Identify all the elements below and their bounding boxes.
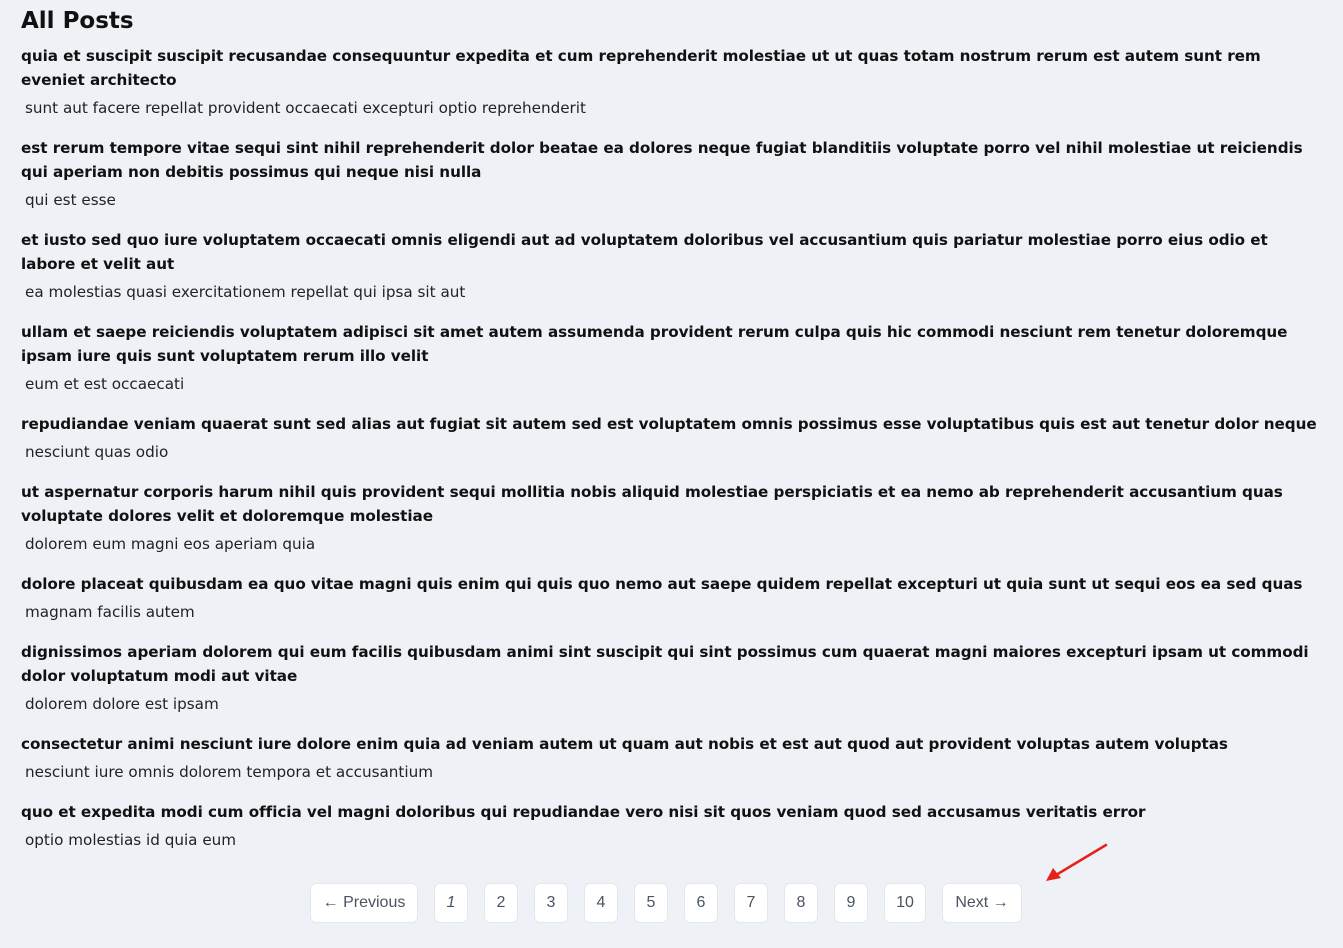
post-body: sunt aut facere repellat provident occae… bbox=[25, 99, 586, 117]
post-item: quia et suscipit suscipit recusandae con… bbox=[21, 44, 1323, 120]
page-5-button[interactable]: 5 bbox=[634, 883, 668, 923]
page-1-button[interactable]: 1 bbox=[434, 883, 468, 923]
post-title: repudiandae veniam quaerat sunt sed alia… bbox=[21, 415, 1317, 433]
post-item: dolore placeat quibusdam ea quo vitae ma… bbox=[21, 572, 1323, 624]
pagination: ← Previous 1 2 3 4 5 6 7 8 9 10 Next → bbox=[310, 883, 1022, 923]
post-body: qui est esse bbox=[25, 191, 116, 209]
page-3-button[interactable]: 3 bbox=[534, 883, 568, 923]
page-7-button[interactable]: 7 bbox=[734, 883, 768, 923]
post-title: et iusto sed quo iure voluptatem occaeca… bbox=[21, 231, 1268, 273]
page-2-button[interactable]: 2 bbox=[484, 883, 518, 923]
post-body: eum et est occaecati bbox=[25, 375, 185, 393]
page-title: All Posts bbox=[21, 8, 134, 34]
post-item: et iusto sed quo iure voluptatem occaeca… bbox=[21, 228, 1323, 304]
post-list: quia et suscipit suscipit recusandae con… bbox=[21, 44, 1323, 852]
page-4-button[interactable]: 4 bbox=[584, 883, 618, 923]
post-title: quo et expedita modi cum officia vel mag… bbox=[21, 803, 1146, 821]
post-item: repudiandae veniam quaerat sunt sed alia… bbox=[21, 412, 1323, 464]
post-body: optio molestias id quia eum bbox=[25, 831, 237, 849]
post-item: ullam et saepe reiciendis voluptatem adi… bbox=[21, 320, 1323, 396]
post-title: dolore placeat quibusdam ea quo vitae ma… bbox=[21, 575, 1303, 593]
post-body: nesciunt iure omnis dolorem tempora et a… bbox=[25, 763, 434, 781]
post-title: est rerum tempore vitae sequi sint nihil… bbox=[21, 139, 1303, 181]
post-body: ea molestias quasi exercitationem repell… bbox=[25, 283, 466, 301]
previous-page-button[interactable]: ← Previous bbox=[310, 883, 418, 923]
page-10-button[interactable]: 10 bbox=[884, 883, 926, 923]
post-title: consectetur animi nesciunt iure dolore e… bbox=[21, 735, 1228, 753]
post-item: quo et expedita modi cum officia vel mag… bbox=[21, 800, 1323, 852]
post-item: consectetur animi nesciunt iure dolore e… bbox=[21, 732, 1323, 784]
posts-page: All Posts quia et suscipit suscipit recu… bbox=[0, 0, 1343, 948]
next-page-button[interactable]: Next → bbox=[942, 883, 1022, 923]
post-body: nesciunt quas odio bbox=[25, 443, 169, 461]
post-item: est rerum tempore vitae sequi sint nihil… bbox=[21, 136, 1323, 212]
post-title: ullam et saepe reiciendis voluptatem adi… bbox=[21, 323, 1288, 365]
post-body: dolorem eum magni eos aperiam quia bbox=[25, 535, 316, 553]
post-item: dignissimos aperiam dolorem qui eum faci… bbox=[21, 640, 1323, 716]
page-6-button[interactable]: 6 bbox=[684, 883, 718, 923]
red-arrow-annotation-icon bbox=[1046, 843, 1108, 881]
post-body: dolorem dolore est ipsam bbox=[25, 695, 219, 713]
post-item: ut aspernatur corporis harum nihil quis … bbox=[21, 480, 1323, 556]
post-title: quia et suscipit suscipit recusandae con… bbox=[21, 47, 1261, 89]
post-body: magnam facilis autem bbox=[25, 603, 195, 621]
post-title: dignissimos aperiam dolorem qui eum faci… bbox=[21, 643, 1309, 685]
post-title: ut aspernatur corporis harum nihil quis … bbox=[21, 483, 1283, 525]
page-8-button[interactable]: 8 bbox=[784, 883, 818, 923]
page-9-button[interactable]: 9 bbox=[834, 883, 868, 923]
